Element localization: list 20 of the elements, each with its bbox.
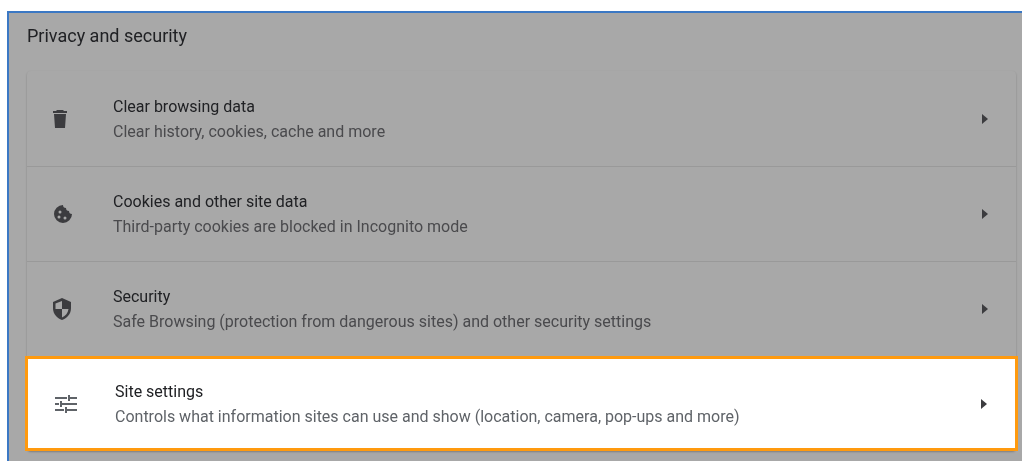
trash-icon [53, 109, 67, 128]
caret-icon [982, 209, 988, 219]
settings-row[interactable]: Site settings Controls what information sites can use and show (location, camera, pop-ups and more) [25, 356, 1018, 451]
row-description: Safe Browsing (protection from dangerous sites) and other security settings [113, 312, 653, 331]
settings-row[interactable]: Cookies and other site data Third-party cookies are blocked in Incognito mode [27, 166, 1016, 261]
shield-icon [53, 298, 71, 320]
row-title: Cookies and other site data [113, 192, 309, 211]
section-title: Privacy and security [27, 24, 189, 48]
row-description: Third-party cookies are blocked in Incognito mode [113, 217, 469, 236]
sliders-icon [55, 394, 77, 413]
row-description: Controls what information sites can use and show (location, camera, pop-ups and more) [115, 406, 741, 426]
caret-icon [982, 304, 988, 314]
cookie-icon [53, 204, 73, 224]
row-description: Clear history, cookies, cache and more [113, 121, 387, 141]
row-title: Security [113, 287, 172, 306]
row-title: Site settings [115, 381, 205, 401]
caret-icon [981, 398, 987, 409]
row-title: Clear browsing data [113, 96, 256, 116]
caret-icon [982, 113, 988, 124]
settings-row[interactable]: Clear browsing data Clear history, cookies, cache and more [27, 71, 1016, 166]
